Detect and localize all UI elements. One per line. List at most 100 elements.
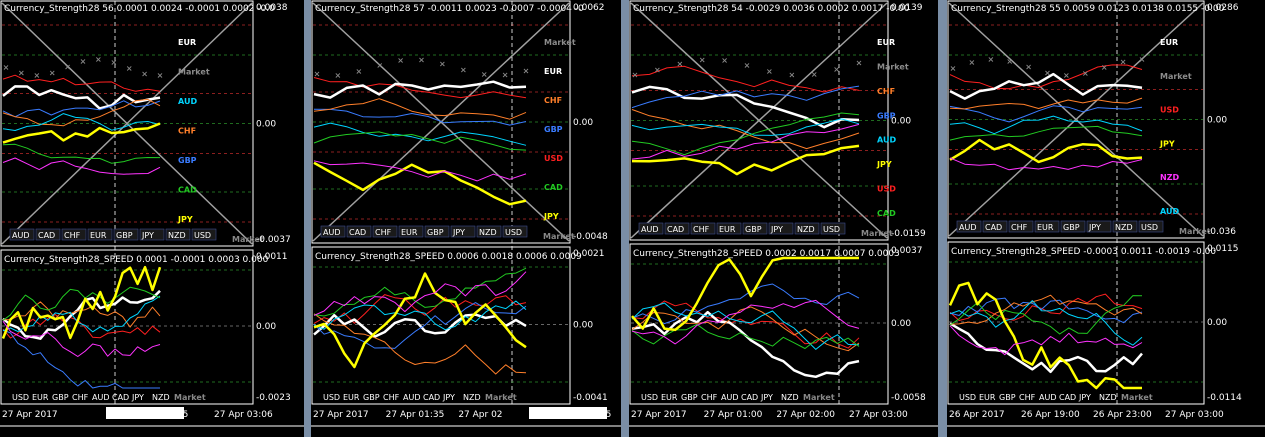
line-label-gbp: GBP	[178, 156, 197, 165]
speed-legend-jpy: JPY	[442, 393, 455, 402]
speed-legend-cad: CAD	[423, 393, 440, 402]
chart-area-3[interactable]: × × × × × × × × × × × EUR Market CHF GBP AUD JPY USD CAD Cu…	[629, 0, 938, 437]
chart-area-2[interactable]: × × × × × × × × × × × Market EUR CHF GBP USD CAD JPY Curre…	[311, 0, 621, 437]
axis-value-top: 0.0139	[891, 3, 923, 13]
market-marker: ×	[355, 67, 362, 76]
speed-axis-value-bottom: -0.0114	[1207, 393, 1242, 403]
time-label: 27 Apr 2017	[2, 410, 58, 420]
legend-gbp: GBP	[116, 231, 133, 240]
legend-aud: AUD	[641, 225, 659, 234]
legend-cad: CAD	[985, 223, 1002, 232]
time-label: 27 Apr 01:35	[386, 410, 445, 420]
axis-value-zero: 0.00	[891, 117, 911, 127]
axis-value-bottom: -0.0048	[573, 232, 608, 242]
speed-legend-market: Market	[485, 393, 517, 402]
market-marker: ×	[987, 55, 994, 64]
market-marker: ×	[833, 65, 840, 74]
legend-nzd: NZD	[479, 228, 497, 237]
axis-value-top: 0.0286	[1207, 3, 1239, 13]
market-marker: ×	[1139, 55, 1146, 64]
speed-legend-usd: USD	[323, 393, 340, 402]
legend-usd: USD	[194, 231, 211, 240]
speed-axis-value-top: 0.0037	[891, 246, 923, 256]
time-label: 26 Apr 23:00	[1093, 410, 1152, 420]
chart-window-1[interactable]: × × × × × × × × × × × EUR Market AUD CHF GBP CAD JPY Curre…	[0, 0, 304, 437]
legend-gbp: GBP	[1063, 223, 1080, 232]
speed-indicator-title: Currency_Strength28_SPEED 0.0001 -0.0001…	[4, 255, 269, 265]
legend-usd: USD	[505, 228, 522, 237]
line-label-usd: USD	[544, 154, 563, 163]
speed-legend-market: Market	[803, 393, 835, 402]
market-marker: ×	[502, 71, 509, 80]
time-label: 27 Apr 02	[458, 410, 502, 420]
market-marker: ×	[1101, 63, 1108, 72]
speed-legend-aud: AUD	[721, 393, 739, 402]
speed-legend-chf: CHF	[701, 393, 718, 402]
legend-cad: CAD	[667, 225, 684, 234]
speed-legend-eur: EUR	[979, 393, 996, 402]
market-marker: ×	[95, 55, 102, 64]
market-marker: ×	[49, 68, 56, 77]
legend-nzd: NZD	[1115, 223, 1133, 232]
line-label-jpy: JPY	[177, 215, 193, 224]
speed-legend-aud: AUD	[92, 393, 110, 402]
speed-legend-cad: CAD	[1059, 393, 1076, 402]
market-marker: ×	[811, 70, 818, 79]
time-label: 26 Apr 19:00	[1021, 410, 1080, 420]
chart-window-2[interactable]: × × × × × × × × × × × Market EUR CHF GBP USD CAD JPY Curre…	[311, 0, 621, 437]
time-label: 27 Apr 03:06	[214, 410, 273, 420]
market-marker: ×	[1025, 62, 1032, 71]
strength-indicator-title: Currency_Strength28 54 -0.0029 0.0036 0.…	[633, 4, 910, 14]
speed-legend-gbp: GBP	[999, 393, 1016, 402]
chart-svg-3[interactable]: ××× × ××× × ×××EURMarketCHFGBPAUDJPYUSDCADCu…	[629, 0, 938, 437]
time-label: 27 Apr 03:00	[849, 410, 908, 420]
time-label: 27 Apr 02:00	[776, 410, 835, 420]
speed-axis-value-zero: 0.00	[1207, 318, 1227, 328]
speed-indicator-title: Currency_Strength28_SPEED -0.0003 0.0011…	[951, 247, 1216, 257]
axis-value-bottom: -0.0159	[891, 229, 926, 239]
time-label: 27 Apr 2017	[631, 410, 687, 420]
chart-svg-4[interactable]: × × × × × × × × × × × EUR Market USD JPY NZD AUD Currency…	[947, 0, 1265, 437]
legend-gbp: GBP	[745, 225, 762, 234]
market-marker: ×	[632, 70, 639, 79]
time-label: 27 Apr 03:00	[1165, 410, 1224, 420]
line-label-cad: CAD	[877, 209, 896, 218]
legend-nzd: NZD	[168, 231, 186, 240]
speed-legend-nzd: NZD	[463, 393, 481, 402]
speed-legend-gbp: GBP	[52, 393, 69, 402]
market-marker: ×	[654, 66, 661, 75]
market-marker: ×	[157, 71, 164, 80]
legend-aud: AUD	[12, 231, 30, 240]
market-marker: ×	[418, 55, 425, 64]
market-marker: ×	[1063, 71, 1070, 80]
legend-cad: CAD	[38, 231, 55, 240]
strength-indicator-title: Currency_Strength28 55 0.0059 0.0123 0.0…	[951, 4, 1225, 14]
line-label-market: Market	[1160, 72, 1192, 81]
market-marker: ×	[18, 69, 25, 78]
speed-axis-value-top: 0.0021	[573, 249, 605, 259]
chart-svg-1[interactable]: ×× × ××× × ××× ×EURMarketAUDCHFGBPCADJPYCurre…	[0, 0, 304, 437]
line-label-chf: CHF	[877, 87, 895, 96]
market-marker: ×	[3, 63, 10, 72]
chart-svg-2[interactable]: × × ××× × ××× × ×MarketEURCHFGBPUSDCADJPYCurre…	[311, 0, 621, 437]
chart-window-3[interactable]: × × × × × × × × × × × EUR Market CHF GBP AUD JPY USD CAD Cu…	[629, 0, 938, 437]
market-marker: ×	[141, 69, 148, 78]
legend-aud: AUD	[323, 228, 341, 237]
chart-area-1[interactable]: × × × × × × × × × × × EUR Market AUD CHF GBP CAD JPY Curre…	[0, 0, 304, 437]
time-label: 27 Apr 2017	[313, 410, 369, 420]
line-label-aud: AUD	[1160, 207, 1179, 216]
line-label-cad: CAD	[544, 183, 563, 192]
strength-indicator-title: Currency_Strength28 56 0.0001 0.0024 -0.…	[4, 4, 275, 14]
speed-legend-chf: CHF	[383, 393, 400, 402]
market-marker: ×	[314, 70, 321, 79]
legend-chf: CHF	[375, 228, 392, 237]
speed-legend-usd: USD	[12, 393, 29, 402]
time-cursor-label: 2017.04.27 03:05	[108, 410, 188, 420]
market-marker: ×	[460, 65, 467, 74]
axis-value-top: 0.0038	[256, 3, 288, 13]
market-marker: ×	[969, 58, 976, 67]
chart-window-4[interactable]: × × × × × × × × × × × EUR Market USD JPY NZD AUD Currency…	[947, 0, 1265, 437]
legend-market: Market	[543, 232, 575, 241]
chart-area-4[interactable]: × × × × × × × × × × × EUR Market USD JPY NZD AUD Currency…	[947, 0, 1265, 437]
speed-legend-jpy: JPY	[760, 393, 773, 402]
